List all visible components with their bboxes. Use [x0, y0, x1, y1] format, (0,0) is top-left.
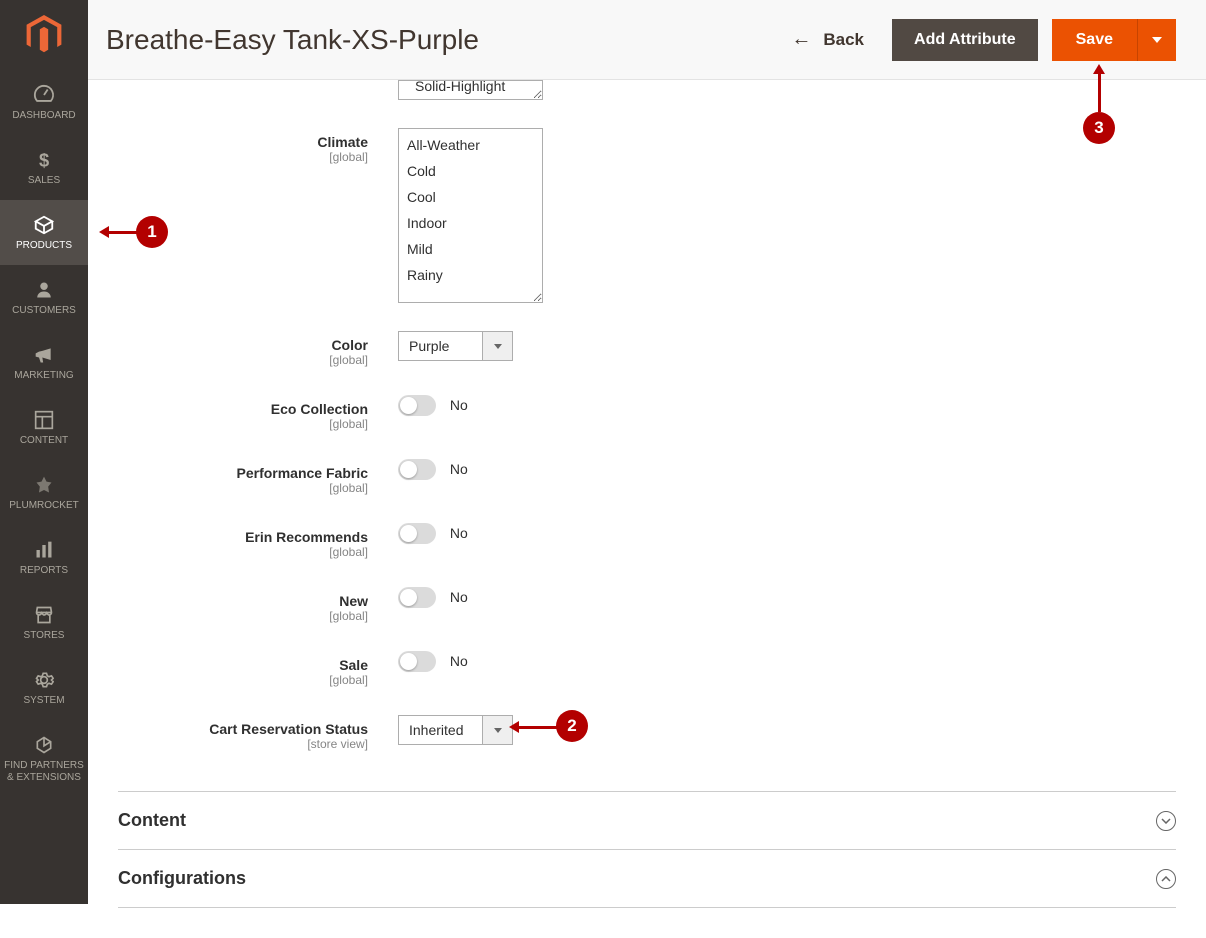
nav-plumrocket[interactable]: PLUMROCKET — [0, 460, 88, 525]
annotation-arrow-3 — [1098, 72, 1101, 112]
nav-dashboard[interactable]: DASHBOARD — [0, 70, 88, 135]
box-icon — [32, 213, 56, 237]
triangle-down-icon — [1152, 37, 1162, 43]
erin-toggle[interactable] — [398, 523, 436, 544]
nav-stores[interactable]: STORES — [0, 590, 88, 655]
climate-label-wrap: Climate [global] — [118, 128, 398, 164]
climate-option[interactable]: Cold — [399, 158, 542, 184]
eco-toggle[interactable] — [398, 395, 436, 416]
sidebar: DASHBOARD $ SALES PRODUCTS CUSTOMERS MAR… — [0, 0, 88, 904]
climate-option[interactable]: All-Weather — [399, 132, 542, 158]
main: Breathe-Easy Tank-XS-Purple ← Back Add A… — [88, 0, 1206, 938]
nav-system[interactable]: SYSTEM — [0, 655, 88, 720]
save-button[interactable]: Save — [1052, 19, 1137, 61]
nav-partners[interactable]: FIND PARTNERS & EXTENSIONS — [0, 720, 88, 797]
megaphone-icon — [32, 343, 56, 367]
climate-option[interactable]: Cool — [399, 184, 542, 210]
color-label-wrap: Color [global] — [118, 331, 398, 367]
svg-text:$: $ — [39, 150, 49, 170]
expand-icon — [1156, 811, 1176, 831]
cart-label-wrap: Cart Reservation Status [store view] — [118, 715, 398, 751]
gear-icon — [32, 668, 56, 692]
annotation-arrow-1 — [107, 231, 137, 234]
color-select[interactable]: Purple — [398, 331, 513, 361]
page-title: Breathe-Easy Tank-XS-Purple — [106, 24, 773, 56]
collapse-icon — [1156, 869, 1176, 889]
new-label-wrap: New [global] — [118, 587, 398, 623]
back-button[interactable]: ← Back — [773, 18, 882, 61]
page-header: Breathe-Easy Tank-XS-Purple ← Back Add A… — [88, 0, 1206, 80]
sale-toggle[interactable] — [398, 651, 436, 672]
chevron-down-icon — [482, 332, 512, 360]
nav-products[interactable]: PRODUCTS — [0, 200, 88, 265]
climate-option[interactable]: Indoor — [399, 210, 542, 236]
plumrocket-icon — [32, 473, 56, 497]
section-configurations[interactable]: Configurations — [118, 850, 1176, 908]
dollar-icon: $ — [32, 148, 56, 172]
climate-option[interactable]: Rainy — [399, 262, 542, 288]
annotation-badge-3: 3 — [1083, 112, 1115, 144]
nav-customers[interactable]: CUSTOMERS — [0, 265, 88, 330]
chart-icon — [32, 538, 56, 562]
nav-sales[interactable]: $ SALES — [0, 135, 88, 200]
climate-multiselect[interactable]: All-Weather Cold Cool Indoor Mild Rainy — [398, 128, 543, 303]
form-content: Solid-Highlight Climate [global] All-Wea… — [88, 80, 1206, 938]
perf-toggle[interactable] — [398, 459, 436, 480]
save-button-group: Save — [1052, 19, 1176, 61]
layout-icon — [32, 408, 56, 432]
partners-icon — [32, 733, 56, 757]
store-icon — [32, 603, 56, 627]
arrow-left-icon: ← — [791, 28, 811, 51]
nav-marketing[interactable]: MARKETING — [0, 330, 88, 395]
section-content[interactable]: Content — [118, 792, 1176, 850]
annotation-arrow-2 — [517, 726, 557, 729]
save-dropdown-button[interactable] — [1137, 19, 1176, 61]
styles-multiselect[interactable]: Solid-Highlight — [398, 80, 543, 100]
new-toggle[interactable] — [398, 587, 436, 608]
eco-label-wrap: Eco Collection [global] — [118, 395, 398, 431]
nav-content[interactable]: CONTENT — [0, 395, 88, 460]
cart-reservation-select[interactable]: Inherited — [398, 715, 513, 745]
erin-label-wrap: Erin Recommends [global] — [118, 523, 398, 559]
magento-logo[interactable] — [0, 0, 88, 70]
annotation-badge-1: 1 — [136, 216, 168, 248]
annotation-badge-2: 2 — [556, 710, 588, 742]
chevron-down-icon — [482, 716, 512, 744]
sale-label-wrap: Sale [global] — [118, 651, 398, 687]
nav-reports[interactable]: REPORTS — [0, 525, 88, 590]
perf-label-wrap: Performance Fabric [global] — [118, 459, 398, 495]
climate-option[interactable]: Mild — [399, 236, 542, 262]
add-attribute-button[interactable]: Add Attribute — [892, 19, 1038, 61]
person-icon — [32, 278, 56, 302]
gauge-icon — [32, 83, 56, 107]
